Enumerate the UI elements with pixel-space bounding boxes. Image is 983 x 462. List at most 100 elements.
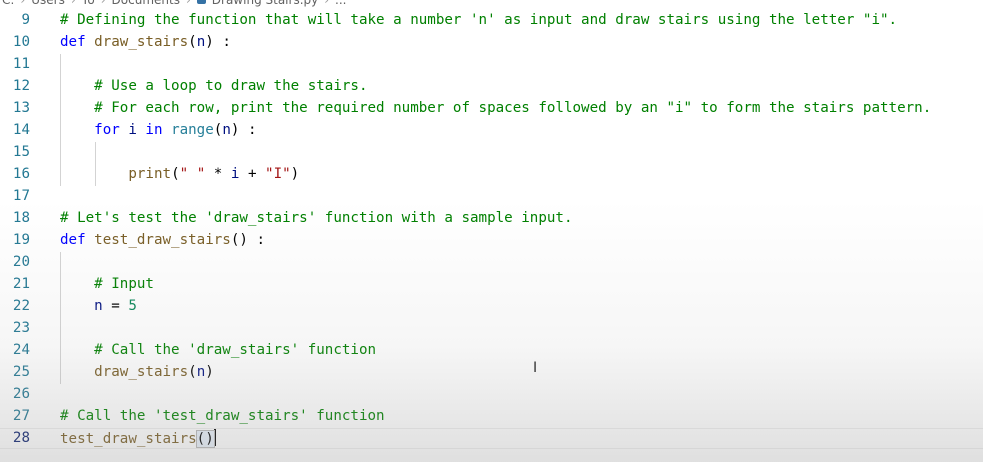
- line-number: 14: [12, 122, 30, 138]
- code-line[interactable]: 9 # Defining the function that will take …: [0, 10, 983, 31]
- code-token: =: [102, 298, 129, 314]
- code-token: " ": [179, 166, 206, 182]
- code-token: ) :: [230, 122, 257, 138]
- line-number: 27: [12, 408, 30, 424]
- code-token: n: [196, 364, 206, 380]
- breadcrumb: C: › Users › Yo › Documents › Drawing Stairs.py ›…: [0, 0, 983, 7]
- line-number: 21: [12, 276, 30, 292]
- code-token: range: [171, 122, 214, 138]
- code-line[interactable]: 13 # For each row, print the required nu…: [0, 98, 983, 119]
- code-token: print: [128, 166, 172, 182]
- line-number: 11: [12, 56, 30, 72]
- code-line[interactable]: 28 test_draw_stairs(): [0, 428, 983, 449]
- code-token: # Let's test the 'draw_stairs' function …: [60, 210, 573, 226]
- text-caret: [213, 429, 216, 446]
- code-token: for: [94, 122, 120, 138]
- code-token: ): [205, 364, 214, 380]
- code-token: draw_stairs: [94, 364, 189, 380]
- code-token: test_draw_stairs: [94, 232, 231, 248]
- line-number: 9: [21, 12, 30, 28]
- indent-guide: [60, 54, 61, 186]
- code-token: "I": [265, 166, 291, 182]
- code-token: 5: [128, 298, 137, 314]
- code-token: def: [60, 232, 86, 248]
- code-token: test_draw_stairs: [60, 431, 197, 447]
- indent-guide: [94, 142, 96, 186]
- code-line[interactable]: 23: [0, 318, 983, 339]
- code-line[interactable]: 19 def test_draw_stairs() :: [0, 230, 983, 251]
- breadcrumb-item[interactable]: Documents: [112, 0, 180, 7]
- code-text: # For each row, print the required numbe…: [60, 98, 931, 119]
- code-line[interactable]: 24 # Call the 'draw_stairs' function: [0, 340, 983, 361]
- code-token: n: [222, 122, 231, 138]
- code-token: (: [188, 364, 197, 380]
- code-text: # Let's test the 'draw_stairs' function …: [60, 208, 573, 229]
- text-cursor-icon: I: [533, 360, 538, 376]
- breadcrumb-item[interactable]: Drawing Stairs.py: [212, 0, 318, 7]
- code-text: # Use a loop to draw the stairs.: [60, 76, 368, 97]
- code-text: print(" " * i + "I"): [60, 164, 299, 185]
- line-number: 12: [12, 78, 30, 94]
- line-number: 23: [12, 320, 30, 336]
- line-number: 22: [12, 298, 30, 314]
- code-line[interactable]: 14 for i in range(n) :: [0, 120, 983, 141]
- breadcrumb-separator: ›: [70, 0, 76, 7]
- code-line[interactable]: 17: [0, 186, 983, 207]
- code-token: ): [290, 166, 300, 182]
- line-number: 26: [12, 386, 30, 402]
- code-token: # Use a loop to draw the stairs.: [60, 78, 368, 94]
- line-number: 17: [12, 188, 30, 204]
- code-text: # Defining the function that will take a…: [60, 10, 897, 31]
- code-text: for i in range(n) :: [60, 120, 257, 141]
- code-token: n: [196, 34, 206, 50]
- indent-guide: [60, 252, 61, 384]
- breadcrumb-item[interactable]: Yo: [82, 0, 95, 7]
- line-number: 18: [12, 210, 30, 226]
- code-token: +: [239, 166, 266, 182]
- code-line[interactable]: 18 # Let's test the 'draw_stairs' functio…: [0, 208, 983, 229]
- code-token: # Input: [60, 276, 154, 292]
- line-number: 15: [12, 144, 30, 160]
- breadcrumb-separator: ›: [324, 0, 330, 7]
- code-text: def test_draw_stairs() :: [60, 230, 265, 251]
- code-line[interactable]: 16 print(" " * i + "I"): [0, 164, 983, 185]
- code-editor[interactable]: 9 # Defining the function that will take …: [0, 10, 983, 462]
- code-text: def draw_stairs(n) :: [60, 32, 231, 53]
- line-number: 25: [12, 364, 30, 380]
- code-token: # Defining the function that will take a…: [60, 12, 898, 28]
- breadcrumb-item[interactable]: C:: [2, 0, 14, 7]
- code-token: in: [145, 122, 163, 138]
- line-number: 16: [12, 166, 30, 182]
- code-line[interactable]: 22 n = 5: [0, 296, 983, 317]
- line-number: 19: [12, 232, 30, 248]
- line-number: 13: [12, 100, 30, 116]
- code-line[interactable]: 12 # Use a loop to draw the stairs.: [0, 76, 983, 97]
- code-token: n: [94, 298, 103, 314]
- code-token: ) :: [205, 34, 231, 50]
- code-text: draw_stairs(n): [60, 362, 214, 383]
- breadcrumb-item[interactable]: Users: [31, 0, 65, 7]
- breadcrumb-separator: ›: [100, 0, 106, 7]
- code-line[interactable]: 10 def draw_stairs(n) :: [0, 32, 983, 53]
- code-line[interactable]: 26: [0, 384, 983, 405]
- line-number: 10: [12, 34, 30, 50]
- code-token: # Call the 'test_draw_stairs' function: [60, 408, 385, 424]
- breadcrumb-item[interactable]: ...: [335, 0, 346, 7]
- code-line[interactable]: 27 # Call the 'test_draw_stairs' function: [0, 406, 983, 427]
- code-line[interactable]: 20: [0, 252, 983, 273]
- code-line[interactable]: 25 draw_stairs(n): [0, 362, 983, 383]
- code-token: i: [119, 122, 146, 138]
- code-text: test_draw_stairs(): [60, 429, 216, 449]
- code-line[interactable]: 15: [0, 142, 983, 163]
- code-token: # Call the 'draw_stairs' function: [60, 342, 377, 358]
- code-token: (: [188, 34, 197, 50]
- code-token: draw_stairs: [94, 34, 189, 50]
- code-line[interactable]: 11: [0, 54, 983, 75]
- code-text: # Call the 'draw_stairs' function: [60, 340, 376, 361]
- code-line[interactable]: 21 # Input: [0, 274, 983, 295]
